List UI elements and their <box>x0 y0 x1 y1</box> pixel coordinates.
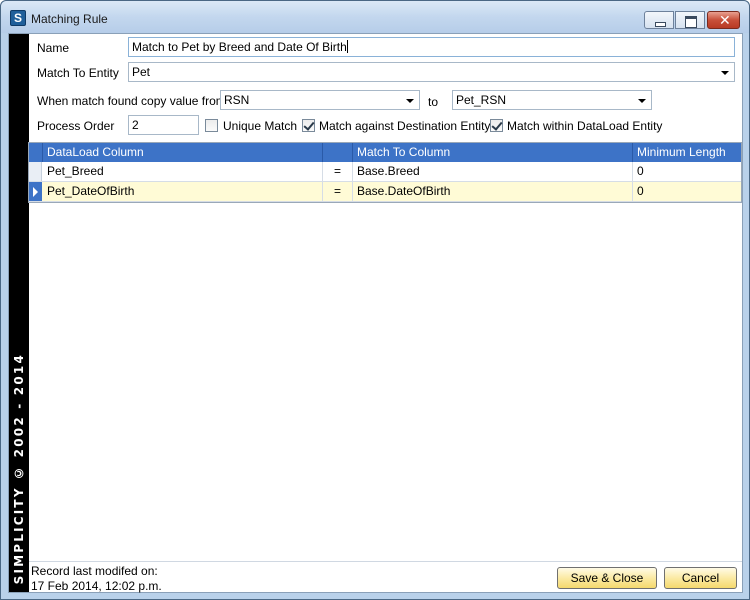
unique-match-label[interactable]: Unique Match <box>223 119 297 133</box>
match-within-checkbox[interactable] <box>490 119 503 132</box>
match-destination-checkbox[interactable] <box>302 119 315 132</box>
process-order-input[interactable]: 2 <box>128 115 199 135</box>
column-header-dataload[interactable]: DataLoad Column <box>43 143 323 162</box>
save-and-close-button[interactable]: Save & Close <box>557 567 657 589</box>
copy-to-select[interactable]: Pet_RSN <box>452 90 652 110</box>
close-button[interactable]: ✕ <box>707 11 740 29</box>
cell-match-to-column[interactable]: Base.DateOfBirth <box>353 182 633 201</box>
name-label: Name <box>37 41 70 55</box>
minimize-button[interactable] <box>644 11 674 29</box>
column-header-match-to[interactable]: Match To Column <box>353 143 633 162</box>
copy-from-value: RSN <box>224 93 250 107</box>
copy-value-label: When match found copy value from <box>37 94 226 108</box>
close-icon: ✕ <box>719 12 731 28</box>
entity-label: Match To Entity <box>37 66 119 80</box>
copy-from-select[interactable]: RSN <box>220 90 420 110</box>
window-title: Matching Rule <box>31 12 108 26</box>
cell-minimum-length[interactable]: 0 <box>633 182 741 201</box>
entity-select[interactable]: Pet <box>128 62 735 82</box>
table-row[interactable]: Pet_DateOfBirth = Base.DateOfBirth 0 <box>29 182 741 202</box>
modified-timestamp: 17 Feb 2014, 12:02 p.m. <box>31 579 162 593</box>
modified-label: Record last modifed on: <box>31 564 158 578</box>
grid-header: DataLoad Column Match To Column Minimum … <box>29 143 741 162</box>
cell-dataload-column[interactable]: Pet_DateOfBirth <box>43 182 323 201</box>
cancel-button[interactable]: Cancel <box>664 567 737 589</box>
to-label: to <box>428 95 439 109</box>
current-row-icon <box>33 187 38 197</box>
cell-dataload-column[interactable]: Pet_Breed <box>43 162 323 181</box>
row-selector[interactable] <box>29 162 42 181</box>
brand-sidebar: SIMPLICITY © 2002 - 2014 <box>9 34 29 592</box>
title-bar[interactable]: S Matching Rule ✕ <box>1 1 749 33</box>
match-within-label[interactable]: Match within DataLoad Entity <box>507 119 662 133</box>
chevron-down-icon <box>638 99 646 103</box>
name-input-value: Match to Pet by Breed and Date Of Birth <box>132 40 347 54</box>
row-selector-header <box>29 143 43 162</box>
process-order-label: Process Order <box>37 119 115 133</box>
cell-operator: = <box>323 182 353 201</box>
form-client-area: SIMPLICITY © 2002 - 2014 Name Match to P… <box>8 33 743 593</box>
match-destination-label[interactable]: Match against Destination Entity <box>319 119 490 133</box>
process-order-value: 2 <box>132 118 139 132</box>
brand-text: SIMPLICITY © 2002 - 2014 <box>12 352 26 584</box>
app-icon: S <box>10 10 26 26</box>
unique-match-checkbox[interactable] <box>205 119 218 132</box>
text-caret <box>346 40 348 53</box>
row-selector[interactable] <box>29 182 42 201</box>
cell-match-to-column[interactable]: Base.Breed <box>353 162 633 181</box>
name-input[interactable]: Match to Pet by Breed and Date Of Birth <box>128 37 735 57</box>
copy-to-value: Pet_RSN <box>456 93 507 107</box>
cell-operator: = <box>323 162 353 181</box>
column-header-min-length[interactable]: Minimum Length <box>633 143 741 162</box>
matching-rule-window: S Matching Rule ✕ SIMPLICITY © 2002 - 20… <box>0 0 750 600</box>
matching-columns-grid: DataLoad Column Match To Column Minimum … <box>28 142 742 203</box>
footer-divider <box>29 561 742 562</box>
table-row[interactable]: Pet_Breed = Base.Breed 0 <box>29 162 741 182</box>
maximize-button[interactable] <box>675 11 705 29</box>
column-header-operator[interactable] <box>323 143 353 162</box>
entity-select-value: Pet <box>132 65 151 79</box>
cell-minimum-length[interactable]: 0 <box>633 162 741 181</box>
chevron-down-icon <box>721 71 729 75</box>
chevron-down-icon <box>406 99 414 103</box>
